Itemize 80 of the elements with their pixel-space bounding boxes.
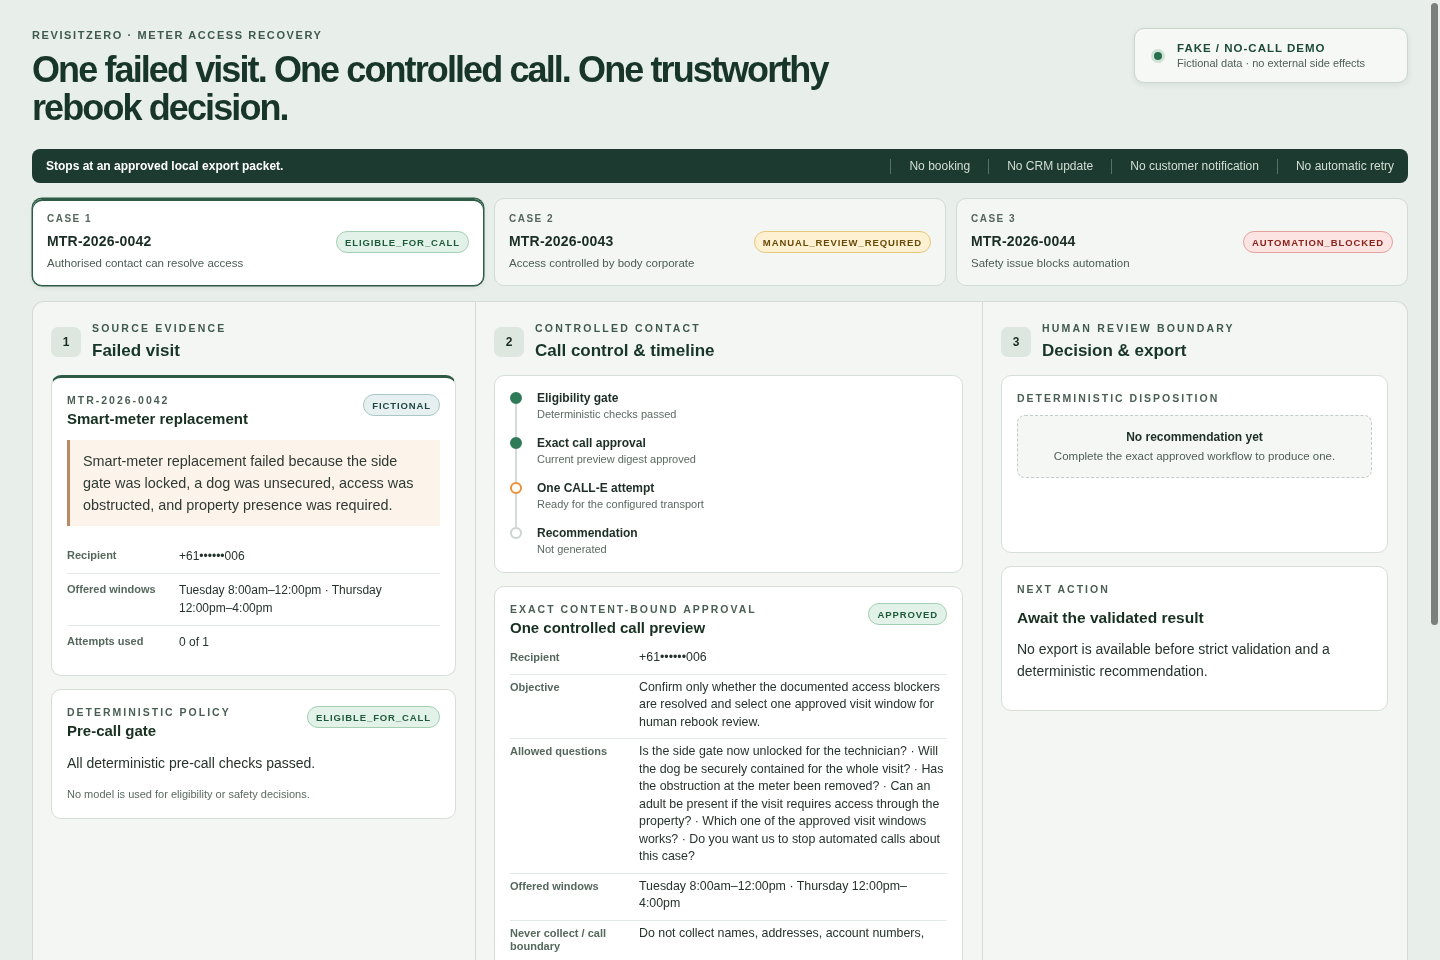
demo-notice-title: FAKE / NO-CALL DEMO — [1177, 41, 1327, 56]
field-label: Never collect / call boundary — [510, 925, 607, 953]
case-id: MTR-2026-0044 — [971, 232, 1077, 250]
scope-exclusion-item: No booking — [890, 158, 989, 174]
case-summary: Safety issue blocks automation — [971, 256, 1130, 271]
case-summary: Access controlled by body corporate — [509, 256, 695, 271]
card-title: One controlled call preview — [510, 618, 707, 638]
scope-exclusion-item: No customer notification — [1111, 158, 1277, 174]
case-summary: Authorised contact can resolve access — [47, 256, 244, 271]
step-number: 3 — [1001, 327, 1031, 357]
card-eyebrow: DETERMINISTIC POLICY — [67, 706, 231, 719]
status-badge: ELIGIBLE_FOR_CALL — [306, 706, 440, 728]
timeline-step-detail: Current preview digest approved — [537, 452, 697, 467]
field-label: Objective — [510, 679, 561, 695]
field-value: +61••••••006 — [179, 548, 246, 565]
timeline-step-title: One CALL-E attempt — [537, 480, 656, 496]
timeline-step-title: Eligibility gate — [537, 390, 620, 406]
case-card[interactable]: CASE 3 MTR-2026-0044 Safety issue blocks automation AUTOMATION_BLOCKED — [956, 198, 1408, 286]
card-note: No model is used for eligibility or safety decisions. — [67, 787, 311, 802]
section-eyebrow: SOURCE EVIDENCE — [92, 322, 227, 335]
demo-notice-subtitle: Fictional data · no external side effects — [1177, 56, 1366, 71]
case-label: CASE 1 — [47, 212, 94, 225]
step-number: 2 — [494, 327, 524, 357]
status-badge: MANUAL_REVIEW_REQUIRED — [753, 231, 931, 253]
case-label: CASE 2 — [509, 212, 556, 225]
card-title: Smart-meter replacement — [67, 409, 248, 429]
field-value: Tuesday 8:00am–12:00pm · Thursday 12:00pm–4:00pm — [179, 582, 383, 617]
timeline-connector — [515, 404, 517, 437]
section-title: Call control & timeline — [535, 340, 715, 362]
case-label: CASE 3 — [971, 212, 1018, 225]
field-value: Do not collect names, addresses, account numbers, — [639, 924, 926, 942]
timeline-connector — [515, 494, 517, 527]
card-eyebrow: MTR-2026-0042 — [67, 394, 171, 407]
status-dot-icon — [1151, 48, 1165, 63]
case-card[interactable]: CASE 2 MTR-2026-0043 Access controlled by body corporate MANUAL_REVIEW_REQUIRED — [494, 198, 946, 286]
scrollbar-thumb[interactable] — [1431, 3, 1438, 625]
card-body-text: No export is available before strict validation and a deterministic recommendation. — [1017, 640, 1331, 681]
section-eyebrow: CONTROLLED CONTACT — [535, 322, 702, 335]
timeline-step-detail: Deterministic checks passed — [537, 407, 678, 422]
section-title: Decision & export — [1042, 340, 1188, 362]
case-id: MTR-2026-0043 — [509, 232, 615, 250]
page-headline: One failed visit. One controlled call. One trustworthy rebook decision. — [32, 51, 830, 127]
card-eyebrow: DETERMINISTIC DISPOSITION — [1017, 392, 1220, 405]
empty-state-title: No recommendation yet — [1125, 429, 1264, 446]
status-badge: FICTIONAL — [363, 394, 440, 416]
timeline-connector — [515, 449, 517, 482]
scope-exclusion-item: No CRM update — [988, 158, 1112, 174]
scope-banner-text: Stops at an approved local export packet. — [46, 159, 284, 173]
field-value: Is the side gate now unlocked for the technician? · Will the dog be securely contained for the whole visit? · Has the obstruction at the meter been removed? · Can an adult be present if the visit requires access through the property? · Which one of the approved visit windows works? · Do you want us to stop automated calls about this case? — [639, 743, 945, 865]
card-title: Await the validated result — [1017, 608, 1204, 628]
timeline-step-detail: Ready for the configured transport — [537, 497, 705, 512]
status-badge: ELIGIBLE_FOR_CALL — [335, 231, 469, 253]
card-eyebrow: EXACT CONTENT-BOUND APPROVAL — [510, 603, 757, 616]
field-value: Tuesday 8:00am–12:00pm · Thursday 12:00pm–4:00pm — [639, 877, 908, 912]
empty-state-text: Complete the exact approved workflow to produce one. — [1052, 449, 1337, 464]
card-eyebrow: NEXT ACTION — [1017, 583, 1111, 596]
page-eyebrow: REVISITZERO · METER ACCESS RECOVERY — [32, 28, 324, 42]
field-label: Attempts used — [67, 634, 145, 649]
scope-exclusion-item: No automatic retry — [1276, 158, 1394, 174]
status-badge: AUTOMATION_BLOCKED — [1243, 231, 1393, 253]
card-title: Pre-call gate — [67, 721, 158, 741]
field-label: Allowed questions — [510, 744, 609, 759]
field-label: Recipient — [510, 650, 561, 665]
field-value: Confirm only whether the documented access blockers are resolved and select one approved visit window for human rebook review. — [639, 678, 941, 731]
field-value: 0 of 1 — [179, 634, 211, 651]
timeline-step-detail: Not generated — [537, 542, 608, 557]
field-label: Offered windows — [510, 878, 600, 894]
timeline-step-title: Exact call approval — [537, 435, 647, 451]
field-label: Offered windows — [67, 582, 157, 597]
field-label: Recipient — [67, 548, 118, 563]
evidence-quote: Smart-meter replacement failed because the side gate was locked, a dog was unsecured, access was obstructed, and property presence was required. — [67, 440, 440, 526]
field-value: +61••••••006 — [639, 649, 708, 666]
section-title: Failed visit — [92, 340, 181, 362]
section-eyebrow: HUMAN REVIEW BOUNDARY — [1042, 322, 1235, 335]
case-id: MTR-2026-0042 — [47, 232, 153, 250]
card-body-text: All deterministic pre-call checks passed. — [67, 754, 317, 773]
timeline-step-title: Recommendation — [537, 525, 639, 541]
case-card[interactable]: CASE 1 MTR-2026-0042 Authorised contact can resolve access ELIGIBLE_FOR_CALL — [32, 198, 484, 286]
status-badge: APPROVED — [868, 603, 947, 625]
step-number: 1 — [51, 327, 81, 357]
